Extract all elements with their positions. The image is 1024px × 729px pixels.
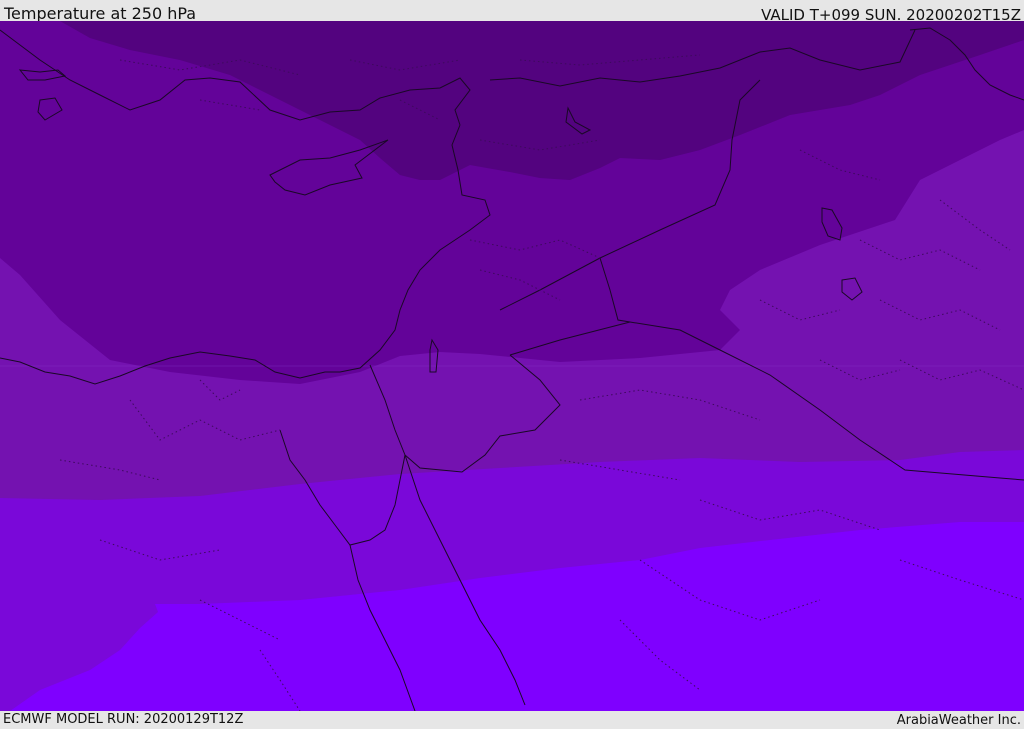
map-canvas [0, 21, 1024, 711]
temperature-map [0, 21, 1024, 711]
provider-credit: ArabiaWeather Inc. [896, 713, 1021, 728]
header-bar: Temperature at 250 hPa VALID T+099 SUN. … [0, 0, 1024, 24]
weather-map-figure: Temperature at 250 hPa VALID T+099 SUN. … [0, 0, 1024, 729]
model-run-label: ECMWF MODEL RUN: 20200129T12Z [3, 712, 244, 727]
footer-bar: ECMWF MODEL RUN: 20200129T12Z ArabiaWeat… [0, 711, 1024, 729]
